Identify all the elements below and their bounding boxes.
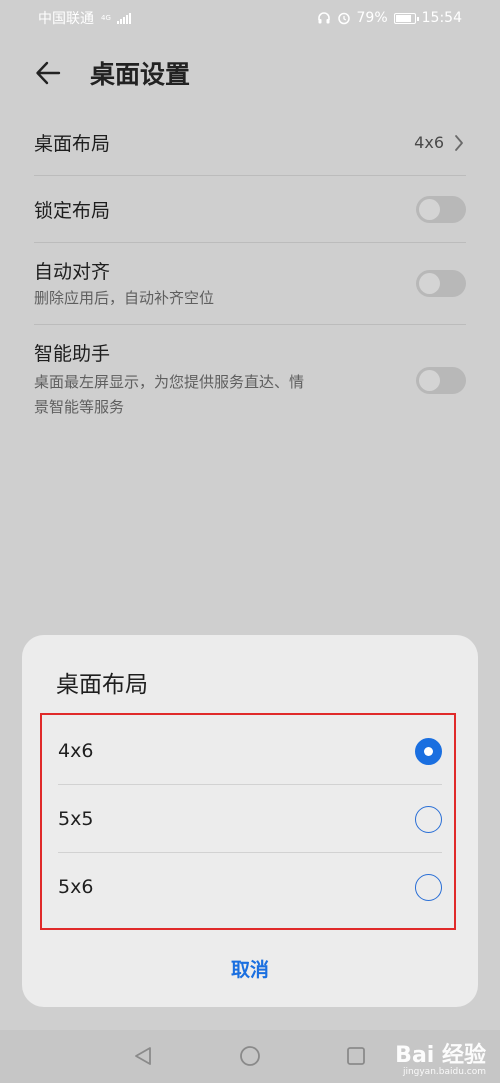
setting-row-auto-align[interactable]: 自动对齐 删除应用后，自动补齐空位 <box>34 243 466 325</box>
carrier-name: 中国联通 <box>38 11 94 27</box>
option-5x5[interactable]: 5x5 <box>58 785 442 853</box>
setting-label: 自动对齐 <box>34 260 111 283</box>
back-arrow-icon[interactable] <box>34 59 62 87</box>
network-type: 4G <box>101 13 111 22</box>
radio-unchecked-icon[interactable] <box>415 805 442 833</box>
setting-description: 删除应用后，自动补齐空位 <box>34 288 215 307</box>
option-label: 5x6 <box>58 876 94 898</box>
settings-list: 桌面布局 4x6 锁定布局 自动对齐 删除应用后，自动补齐空位 智能助手 桌面最… <box>0 110 500 435</box>
nav-back-icon[interactable] <box>132 1045 154 1067</box>
navigation-bar: Bai 经验 jingyan.baidu.com <box>0 1030 500 1083</box>
layout-dialog: 桌面布局 4x6 5x5 5x6 取消 <box>22 635 478 1007</box>
nav-home-icon[interactable] <box>239 1045 261 1067</box>
setting-row-layout[interactable]: 桌面布局 4x6 <box>34 110 466 176</box>
cancel-button[interactable]: 取消 <box>22 955 478 982</box>
dialog-title: 桌面布局 <box>56 672 148 698</box>
status-bar: 中国联通 4G 79% 15:54 <box>0 0 500 36</box>
setting-label: 桌面布局 <box>34 133 111 155</box>
assistant-toggle[interactable] <box>416 367 466 394</box>
alarm-icon <box>337 12 350 25</box>
lock-layout-toggle[interactable] <box>416 195 466 223</box>
radio-checked-icon[interactable] <box>415 737 442 765</box>
setting-value: 4x6 <box>414 133 466 152</box>
radio-unchecked-icon[interactable] <box>415 873 442 901</box>
setting-label: 锁定布局 <box>34 199 111 222</box>
setting-description: 桌面最左屏显示，为您提供服务直达、情 <box>34 373 305 391</box>
baidu-watermark: Bai 经验 jingyan.baidu.com <box>395 1037 486 1077</box>
option-label: 5x5 <box>58 808 94 830</box>
watermark-main: Bai 经验 <box>395 1043 486 1068</box>
setting-text: 智能助手 桌面最左屏显示，为您提供服务直达、情 景智能等服务 <box>34 339 304 420</box>
nav-recents-icon[interactable] <box>345 1045 367 1067</box>
watermark-sub: jingyan.baidu.com <box>402 1067 486 1077</box>
option-5x6[interactable]: 5x6 <box>58 853 442 921</box>
chevron-right-icon <box>455 134 463 151</box>
option-4x6[interactable]: 4x6 <box>58 717 442 785</box>
app-bar: 桌面设置 <box>0 36 500 110</box>
auto-align-toggle[interactable] <box>416 270 466 297</box>
layout-value: 4x6 <box>414 133 444 152</box>
setting-label: 智能助手 <box>34 343 111 365</box>
setting-row-lock[interactable]: 锁定布局 <box>34 176 466 243</box>
headset-icon <box>317 12 330 24</box>
status-left: 中国联通 4G <box>38 8 131 28</box>
options-highlight-box: 4x6 5x5 5x6 <box>40 713 456 930</box>
page-title: 桌面设置 <box>90 60 191 89</box>
setting-row-assistant[interactable]: 智能助手 桌面最左屏显示，为您提供服务直达、情 景智能等服务 <box>34 325 466 435</box>
option-label: 4x6 <box>58 740 94 762</box>
clock-time: 15:54 <box>421 10 462 26</box>
setting-description: 景智能等服务 <box>34 398 125 416</box>
signal-icon <box>116 12 131 24</box>
setting-text: 自动对齐 删除应用后，自动补齐空位 <box>34 257 214 311</box>
battery-icon <box>393 12 419 24</box>
battery-percent: 79% <box>356 10 388 26</box>
status-right: 79% 15:54 <box>317 10 462 26</box>
